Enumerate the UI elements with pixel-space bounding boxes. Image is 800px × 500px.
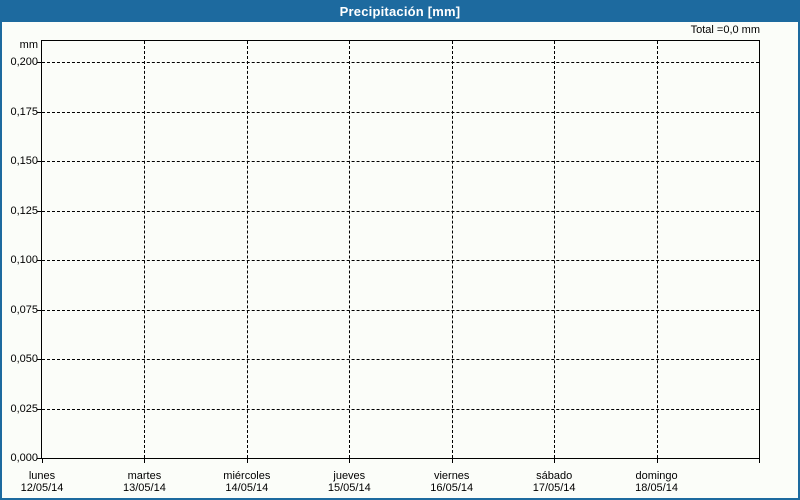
y-gridline [42, 359, 759, 360]
y-tick-label: 0,150 [10, 155, 38, 167]
y-tick-label: 0,025 [10, 402, 38, 415]
y-gridline [42, 161, 759, 162]
y-tick-mark [37, 161, 41, 162]
y-tick-label: 0,075 [10, 303, 38, 316]
y-tick-label: 0,200 [10, 56, 38, 68]
y-tick-mark [37, 359, 41, 360]
x-axis-date-label: 13/05/14 [123, 482, 166, 494]
x-tick-mark [759, 459, 760, 463]
x-axis-date-label: 14/05/14 [225, 482, 269, 494]
x-gridline [451, 41, 453, 458]
x-axis-day-label: sábado [536, 470, 573, 482]
y-axis-unit-label: mm [19, 39, 38, 51]
x-tick-mark [656, 459, 658, 463]
y-tick-label: 0,100 [10, 254, 38, 266]
x-tick-mark [451, 459, 453, 463]
x-axis-day-label: lunes [28, 470, 56, 482]
y-tick-label: 0,125 [10, 204, 38, 217]
y-tick-mark [37, 408, 41, 410]
y-gridline [42, 62, 759, 63]
x-axis-day-label: martes [127, 470, 162, 482]
x-axis-date-label: 18/05/14 [635, 482, 678, 494]
chart-title: Precipitación [mm] [339, 3, 461, 19]
x-axis-day-label: domingo [635, 470, 678, 482]
y-tick-mark [37, 309, 41, 311]
y-tick-label: 0,175 [10, 105, 38, 118]
x-gridline [656, 41, 658, 458]
total-annotation: Total =0,0 mm [690, 24, 760, 36]
y-gridline [42, 260, 759, 261]
y-gridline [42, 210, 759, 212]
x-axis-date-label: 15/05/14 [327, 482, 371, 494]
x-gridline [349, 41, 351, 458]
x-axis-date-label: 16/05/14 [430, 482, 474, 494]
x-axis-day-label: viernes [433, 470, 470, 482]
y-gridline [42, 111, 759, 113]
y-tick-mark [37, 210, 41, 212]
chart-window: Precipitación [mm] Total =0,0 mm mm 0,20… [0, 0, 800, 500]
x-tick-mark [246, 459, 248, 463]
x-gridline [144, 41, 146, 458]
x-axis-day-label: miércoles [223, 470, 271, 482]
y-gridline [42, 408, 759, 410]
y-tick-label: 0,050 [10, 353, 38, 365]
x-axis-day-label: jueves [333, 470, 366, 482]
y-tick-mark [37, 458, 41, 459]
plot-area [41, 40, 760, 459]
chart-area: Total =0,0 mm mm 0,200 0,175 0,150 0,125 0,1… [2, 22, 798, 498]
x-tick-mark [554, 459, 556, 463]
x-gridline [554, 41, 556, 458]
x-axis-date-label: 17/05/14 [532, 482, 576, 494]
y-tick-mark [37, 111, 41, 113]
y-gridline [42, 309, 759, 311]
x-tick-mark [349, 459, 351, 463]
x-gridline [246, 41, 248, 458]
y-tick-mark [37, 260, 41, 261]
y-tick-mark [37, 62, 41, 63]
x-axis-date-label: 12/05/14 [20, 482, 64, 494]
y-tick-label: 0,000 [10, 452, 38, 464]
chart-title-bar: Precipitación [mm] [2, 0, 798, 22]
x-tick-mark [42, 459, 43, 463]
x-tick-mark [144, 459, 146, 463]
